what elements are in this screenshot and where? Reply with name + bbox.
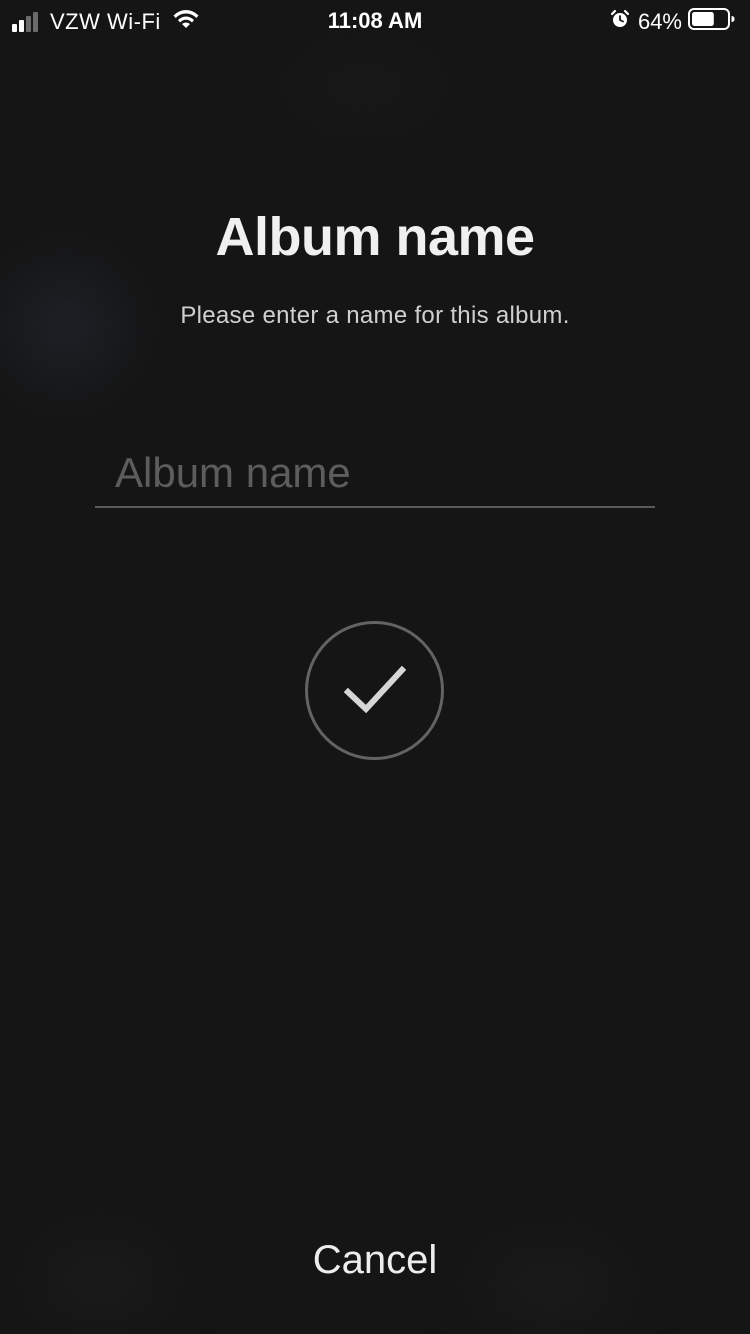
status-right: 64% bbox=[610, 7, 736, 37]
album-name-input[interactable] bbox=[95, 440, 655, 508]
backdrop-blur bbox=[290, 60, 440, 110]
dialog-title: Album name bbox=[215, 207, 535, 267]
status-bar: VZW Wi-Fi 11:08 AM 64% bbox=[0, 0, 750, 40]
checkmark-icon bbox=[344, 665, 406, 714]
dialog-subtitle: Please enter a name for this album. bbox=[180, 302, 570, 329]
backdrop-blur bbox=[480, 1250, 620, 1320]
battery-icon bbox=[688, 7, 736, 37]
battery-percent: 64% bbox=[637, 9, 682, 34]
backdrop-blur bbox=[40, 1240, 160, 1320]
cancel-button[interactable]: Cancel bbox=[250, 1230, 500, 1290]
confirm-button[interactable] bbox=[305, 621, 444, 760]
alarm-icon bbox=[610, 9, 630, 35]
